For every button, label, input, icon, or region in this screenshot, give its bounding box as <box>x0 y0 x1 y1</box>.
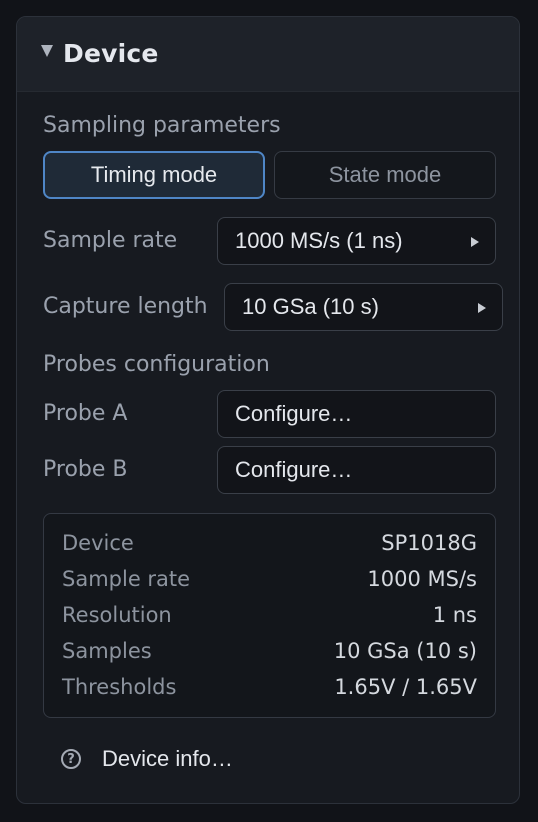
device-info-link[interactable]: Device info… <box>102 746 233 772</box>
help-circle-icon[interactable]: ? <box>61 749 81 769</box>
device-summary-box: Device SP1018G Sample rate 1000 MS/s Res… <box>43 513 496 718</box>
summary-row: Sample rate 1000 MS/s <box>62 567 477 597</box>
summary-key: Device <box>62 531 134 555</box>
summary-row: Resolution 1 ns <box>62 603 477 633</box>
summary-value: SP1018G <box>381 531 477 555</box>
probe-b-label: Probe B <box>43 457 128 482</box>
summary-value: 1000 MS/s <box>367 567 477 591</box>
device-panel: Device Sampling parameters Timing mode S… <box>16 16 520 804</box>
capture-length-label: Capture length <box>43 294 208 319</box>
probes-configuration-heading: Probes configuration <box>43 352 270 377</box>
device-panel-header[interactable]: Device <box>17 17 519 92</box>
probe-b-configure-label: Configure… <box>235 457 353 482</box>
summary-key: Samples <box>62 639 152 663</box>
summary-value: 10 GSa (10 s) <box>333 639 477 663</box>
summary-key: Sample rate <box>62 567 191 591</box>
summary-key: Thresholds <box>62 675 177 699</box>
chevron-right-icon <box>478 303 486 313</box>
chevron-right-icon <box>471 237 479 247</box>
timing-mode-button[interactable]: Timing mode <box>43 151 265 199</box>
summary-value: 1 ns <box>432 603 477 627</box>
capture-length-select[interactable]: 10 GSa (10 s) <box>224 283 503 331</box>
caret-down-icon[interactable] <box>41 45 53 57</box>
sample-rate-select[interactable]: 1000 MS/s (1 ns) <box>217 217 496 265</box>
capture-length-value: 10 GSa (10 s) <box>242 294 379 319</box>
sampling-parameters-heading: Sampling parameters <box>43 113 281 138</box>
state-mode-button[interactable]: State mode <box>274 151 496 199</box>
summary-row: Thresholds 1.65V / 1.65V <box>62 675 477 705</box>
probe-b-configure-button[interactable]: Configure… <box>217 446 496 494</box>
probe-a-configure-button[interactable]: Configure… <box>217 390 496 438</box>
probe-a-configure-label: Configure… <box>235 401 353 426</box>
probe-a-label: Probe A <box>43 401 128 426</box>
sample-rate-label: Sample rate <box>43 228 178 253</box>
summary-key: Resolution <box>62 603 172 627</box>
summary-row: Samples 10 GSa (10 s) <box>62 639 477 669</box>
summary-value: 1.65V / 1.65V <box>334 675 477 699</box>
summary-row: Device SP1018G <box>62 531 477 561</box>
sample-rate-value: 1000 MS/s (1 ns) <box>235 228 403 253</box>
panel-title: Device <box>63 39 159 68</box>
